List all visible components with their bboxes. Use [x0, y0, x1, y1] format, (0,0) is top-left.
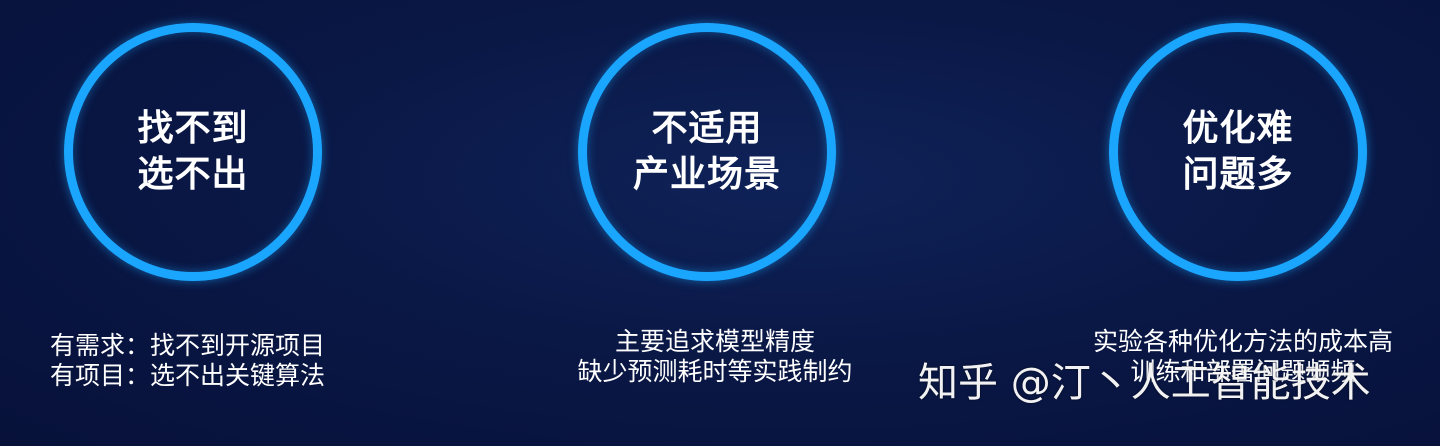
- desc-line-1: 实验各种优化方法的成本高: [1092, 327, 1393, 356]
- circle-hard-optimize: 优化难 问题多: [1109, 23, 1367, 281]
- circle-title-line-1: 找不到: [137, 108, 249, 149]
- card-1-description: 有需求：找不到开源项目 有项目：选不出关键算法: [50, 331, 325, 391]
- slide-panel: 找不到 选不出 有需求：找不到开源项目 有项目：选不出关键算法 不适用 产业场景…: [0, 0, 1440, 446]
- circle-title-line-2: 问题多: [1182, 154, 1294, 195]
- card-2-description: 主要追求模型精度 缺少预测耗时等实践制约: [560, 327, 870, 387]
- desc-line-1: 有需求：找不到开源项目: [50, 331, 326, 360]
- desc-line-2: 有项目：选不出关键算法: [50, 361, 326, 390]
- circle-title-line-1: 不适用: [651, 108, 763, 149]
- circle-not-applicable: 不适用 产业场景: [578, 23, 836, 281]
- circle-title-line-2: 产业场景: [632, 154, 781, 195]
- desc-line-1: 主要追求模型精度: [614, 327, 815, 356]
- circle-title-line-2: 选不出: [137, 154, 249, 195]
- zhihu-watermark: 知乎 @汀丶人工智能技术: [918, 360, 1371, 406]
- desc-line-2: 缺少预测耗时等实践制约: [577, 357, 853, 386]
- circle-title-line-1: 优化难: [1182, 108, 1294, 149]
- circle-find-select: 找不到 选不出: [64, 23, 322, 281]
